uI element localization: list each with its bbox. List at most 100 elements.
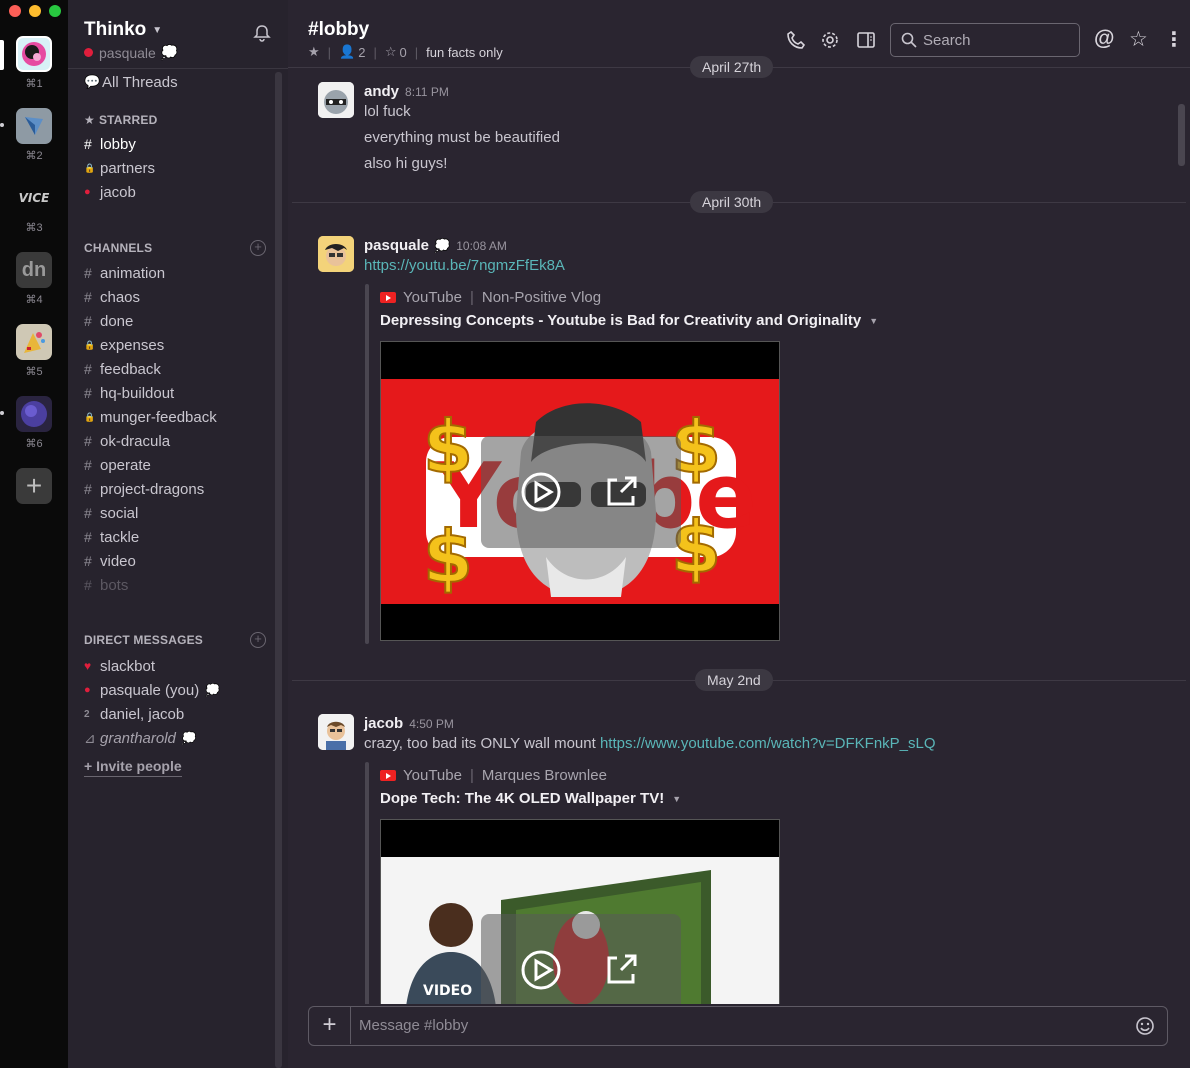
channel-item-social[interactable]: # social <box>84 501 138 525</box>
message-author[interactable]: jacob <box>364 715 403 732</box>
team-kite-button[interactable] <box>16 108 52 144</box>
search-input[interactable]: Search <box>890 23 1080 57</box>
channel-item-chaos[interactable]: # chaos <box>84 285 140 309</box>
external-link-icon[interactable] <box>603 952 639 988</box>
avatar[interactable] <box>318 714 354 750</box>
dm-item-pasquale-you-[interactable]: ● pasquale (you) 💭 <box>84 678 220 702</box>
svg-text:$: $ <box>423 515 473 599</box>
messages-scrollbar[interactable] <box>1178 104 1185 166</box>
sidebar-item-label: partners <box>100 159 156 177</box>
caret-down-icon[interactable]: ▼ <box>672 794 681 804</box>
attach-file-button[interactable]: + <box>309 1007 351 1044</box>
search-icon <box>901 32 917 48</box>
away-icon: ⊿ <box>84 729 96 746</box>
attachment-title: Dope Tech: The 4K OLED Wallpaper TV! <box>380 790 665 807</box>
gear-icon[interactable] <box>820 30 840 50</box>
status-bubble-icon: 💭 <box>205 683 221 697</box>
date-divider[interactable]: April 27th <box>690 56 774 78</box>
message-timestamp[interactable]: 8:11 PM <box>405 85 449 99</box>
sidebar-item-label: operate <box>100 456 151 474</box>
channel-item-animation[interactable]: # animation <box>84 261 165 285</box>
member-count[interactable]: 2 <box>358 45 365 60</box>
team-orb-button[interactable] <box>16 396 52 432</box>
pin-count[interactable]: 0 <box>400 45 407 60</box>
external-link-icon[interactable] <box>603 474 639 510</box>
channel-item-video[interactable]: # video <box>84 549 136 573</box>
message-timestamp[interactable]: 10:08 AM <box>456 239 507 253</box>
dm-item-slackbot[interactable]: ♥ slackbot <box>84 654 155 678</box>
attachment-title-link[interactable]: Dope Tech: The 4K OLED Wallpaper TV! ▼ <box>380 790 681 807</box>
channel-topic[interactable]: fun facts only <box>426 45 503 60</box>
close-window-button[interactable] <box>9 5 21 17</box>
members-icon[interactable]: 👤 <box>339 44 355 60</box>
channel-item-feedback[interactable]: # feedback <box>84 357 161 381</box>
all-threads-link[interactable]: 💬 All Threads <box>84 70 178 94</box>
starred-item-partners[interactable]: 🔒 partners <box>84 156 155 180</box>
attachment-source[interactable]: YouTube | Marques Brownlee <box>380 767 607 784</box>
date-divider[interactable]: April 30th <box>690 191 774 213</box>
channel-title[interactable]: #lobby <box>308 19 369 41</box>
current-user-name: pasquale <box>99 44 156 61</box>
avatar[interactable] <box>318 82 354 118</box>
invite-people-link[interactable]: + Invite people <box>84 758 182 777</box>
bell-icon[interactable] <box>252 23 272 43</box>
more-options-icon[interactable]: ⋮ <box>1164 27 1184 52</box>
channel-item-operate[interactable]: # operate <box>84 453 151 477</box>
channel-item-project-dragons[interactable]: # project-dragons <box>84 477 204 501</box>
phone-icon[interactable] <box>786 30 806 50</box>
message-link[interactable]: https://www.youtube.com/watch?v=DFKFnkP_… <box>600 735 936 752</box>
sidebar-item-label: bots <box>100 576 129 594</box>
team-party-button[interactable] <box>16 324 52 360</box>
video-thumbnail[interactable]: VIDEO <box>380 819 780 1006</box>
channel-item-bots[interactable]: # bots <box>84 573 128 597</box>
workspace-name: Thinko <box>84 19 147 40</box>
attachment-title-link[interactable]: Depressing Concepts - Youtube is Bad for… <box>380 312 878 329</box>
sidebar-toggle-icon[interactable] <box>856 30 876 50</box>
pin-icon[interactable]: ☆ <box>385 44 397 60</box>
sidebar-item-label: ok-dracula <box>100 432 171 450</box>
channel-item-ok-dracula[interactable]: # ok-dracula <box>84 429 170 453</box>
team-dn-button[interactable]: dn <box>16 252 52 288</box>
play-icon[interactable] <box>521 472 561 512</box>
channel-item-done[interactable]: # done <box>84 309 133 333</box>
message-author[interactable]: pasquale <box>364 237 429 254</box>
star-icon[interactable]: ★ <box>308 44 320 60</box>
dm-item-grantharold[interactable]: ⊿ grantharold 💭 <box>84 726 197 750</box>
current-user-status[interactable]: pasquale 💭 <box>84 44 178 61</box>
avatar[interactable] <box>318 236 354 272</box>
emoji-icon[interactable] <box>1135 1016 1155 1036</box>
plus-icon: + <box>25 470 43 501</box>
channel-item-expenses[interactable]: 🔒 expenses <box>84 333 164 357</box>
attachment-source[interactable]: YouTube | Non-Positive Vlog <box>380 289 601 306</box>
team-thinko-button[interactable] <box>16 36 52 72</box>
channel-item-tackle[interactable]: # tackle <box>84 525 139 549</box>
starred-item-jacob[interactable]: ● jacob <box>84 180 136 204</box>
star-outline-icon[interactable]: ☆ <box>1129 27 1148 52</box>
hash-icon: # <box>84 313 92 329</box>
robot-avatar-icon <box>318 82 354 118</box>
mentions-icon[interactable]: @ <box>1094 27 1114 51</box>
sidebar-item-label: video <box>100 552 136 570</box>
dm-item-daniel-jacob[interactable]: 2 daniel, jacob <box>84 702 184 726</box>
add-dm-button[interactable]: + <box>250 632 266 648</box>
channel-item-munger-feedback[interactable]: 🔒 munger-feedback <box>84 405 217 429</box>
minimize-window-button[interactable] <box>29 5 41 17</box>
message-timestamp[interactable]: 4:50 PM <box>409 717 454 731</box>
sidebar-scrollbar[interactable] <box>275 72 282 1068</box>
message-composer[interactable]: + Message #lobby <box>308 1006 1168 1046</box>
add-channel-button[interactable]: + <box>250 240 266 256</box>
workspace-menu[interactable]: Thinko ▼ <box>84 19 162 41</box>
add-workspace-button[interactable]: + <box>16 468 52 504</box>
message-link[interactable]: https://youtu.be/7ngmzFfEk8A <box>364 257 565 274</box>
date-divider[interactable]: May 2nd <box>695 669 773 691</box>
channel-item-hq-buildout[interactable]: # hq-buildout <box>84 381 174 405</box>
starred-item-lobby[interactable]: # lobby <box>84 132 136 156</box>
video-thumbnail[interactable]: You be $ $ $ $ <box>380 341 780 641</box>
team-vice-button[interactable]: VICE <box>16 180 52 216</box>
zoom-window-button[interactable] <box>49 5 61 17</box>
message-input[interactable]: Message #lobby <box>359 1017 468 1034</box>
message-author[interactable]: andy <box>364 83 399 100</box>
hash-icon: # <box>84 529 92 545</box>
play-icon[interactable] <box>521 950 561 990</box>
caret-down-icon[interactable]: ▼ <box>869 316 878 326</box>
